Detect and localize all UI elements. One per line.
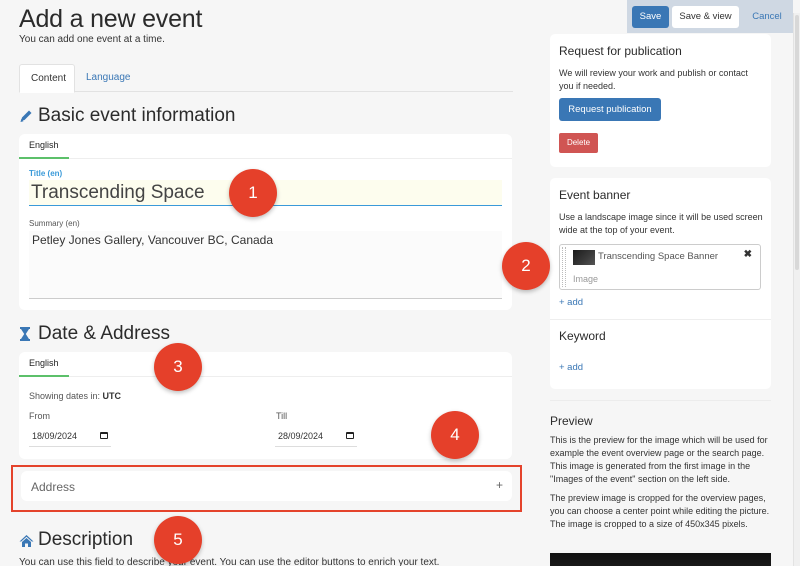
home-icon (19, 532, 34, 548)
address-highlight: Address + (11, 465, 522, 512)
add-banner-link[interactable]: + add (559, 297, 583, 308)
address-expander[interactable]: Address + (21, 471, 512, 501)
annotation-marker-5: 5 (154, 516, 202, 564)
banner-item-type: Image (573, 274, 599, 284)
basic-info-heading: Basic event information (19, 105, 236, 127)
page-title: Add a new event (19, 5, 203, 33)
preview-image (550, 553, 771, 566)
title-label: Title (en) (29, 169, 63, 178)
date-address-title: Date & Address (38, 323, 171, 344)
banner-title: Event banner (559, 188, 631, 202)
pencil-icon (19, 108, 33, 124)
calendar-icon[interactable] (346, 432, 354, 439)
page-scrollbar[interactable] (793, 13, 800, 566)
banner-item-name: Transcending Space Banner (598, 251, 719, 262)
summary-label: Summary (en) (29, 219, 80, 228)
annotation-marker-1: 1 (229, 169, 277, 217)
request-publication-button[interactable]: Request publication (559, 98, 661, 121)
from-date-input[interactable]: 18/09/2024 (29, 425, 111, 447)
timezone-value: UTC (102, 391, 122, 401)
preview-text-1: This is the preview for the image which … (550, 435, 768, 484)
description-title: Description (38, 529, 134, 550)
publication-title: Request for publication (559, 44, 682, 58)
banner-card: Event banner Use a landscape image since… (550, 178, 771, 389)
page-subtitle: You can add one event at a time. (19, 34, 165, 45)
from-label: From (29, 411, 50, 421)
calendar-icon[interactable] (100, 432, 108, 439)
banner-thumbnail (573, 250, 595, 265)
tab-language[interactable]: Language (75, 64, 142, 92)
address-label: Address (31, 480, 76, 494)
preview-text-2: The preview image is cropped for the ove… (550, 493, 770, 529)
content-tabs: Content Language (19, 64, 513, 93)
plus-icon[interactable]: + (496, 478, 503, 492)
delete-button[interactable]: Delete (559, 133, 598, 153)
description-heading: Description (19, 529, 133, 551)
basic-info-title: Basic event information (38, 105, 236, 126)
publication-text: We will review your work and publish or … (559, 68, 748, 91)
banner-item[interactable]: Transcending Space Banner ✖ Image (559, 244, 761, 290)
timezone-info: Showing dates in: UTC (29, 391, 122, 401)
keyword-title: Keyword (559, 329, 606, 343)
till-label: Till (276, 411, 288, 421)
scroll-thumb[interactable] (795, 15, 799, 270)
action-toolbar: Save Save & view Cancel (627, 0, 793, 33)
drag-handle[interactable] (562, 247, 566, 287)
tab-content[interactable]: Content (19, 64, 75, 93)
banner-text: Use a landscape image since it will be u… (559, 212, 763, 235)
lang-tab-english[interactable]: English (19, 134, 69, 159)
close-icon[interactable]: ✖ (744, 249, 752, 260)
preview-title: Preview (550, 414, 593, 428)
annotation-marker-4: 4 (431, 411, 479, 459)
basic-info-card: English Title (en) Summary (en) Petley J… (19, 134, 512, 310)
add-keyword-link[interactable]: + add (559, 362, 583, 373)
description-help: You can use this field to describe your … (19, 557, 440, 566)
annotation-marker-3: 3 (154, 343, 202, 391)
till-date-input[interactable]: 28/09/2024 (275, 425, 357, 447)
publication-card: Request for publication We will review y… (550, 34, 771, 167)
annotation-marker-2: 2 (502, 242, 550, 290)
save-button[interactable]: Save (632, 6, 669, 28)
cancel-button[interactable]: Cancel (745, 6, 789, 28)
summary-input[interactable]: Petley Jones Gallery, Vancouver BC, Cana… (29, 231, 502, 299)
hourglass-icon (19, 326, 33, 342)
lang-tab-english-dates[interactable]: English (19, 352, 69, 377)
save-view-button[interactable]: Save & view (672, 6, 739, 28)
date-address-heading: Date & Address (19, 323, 170, 345)
